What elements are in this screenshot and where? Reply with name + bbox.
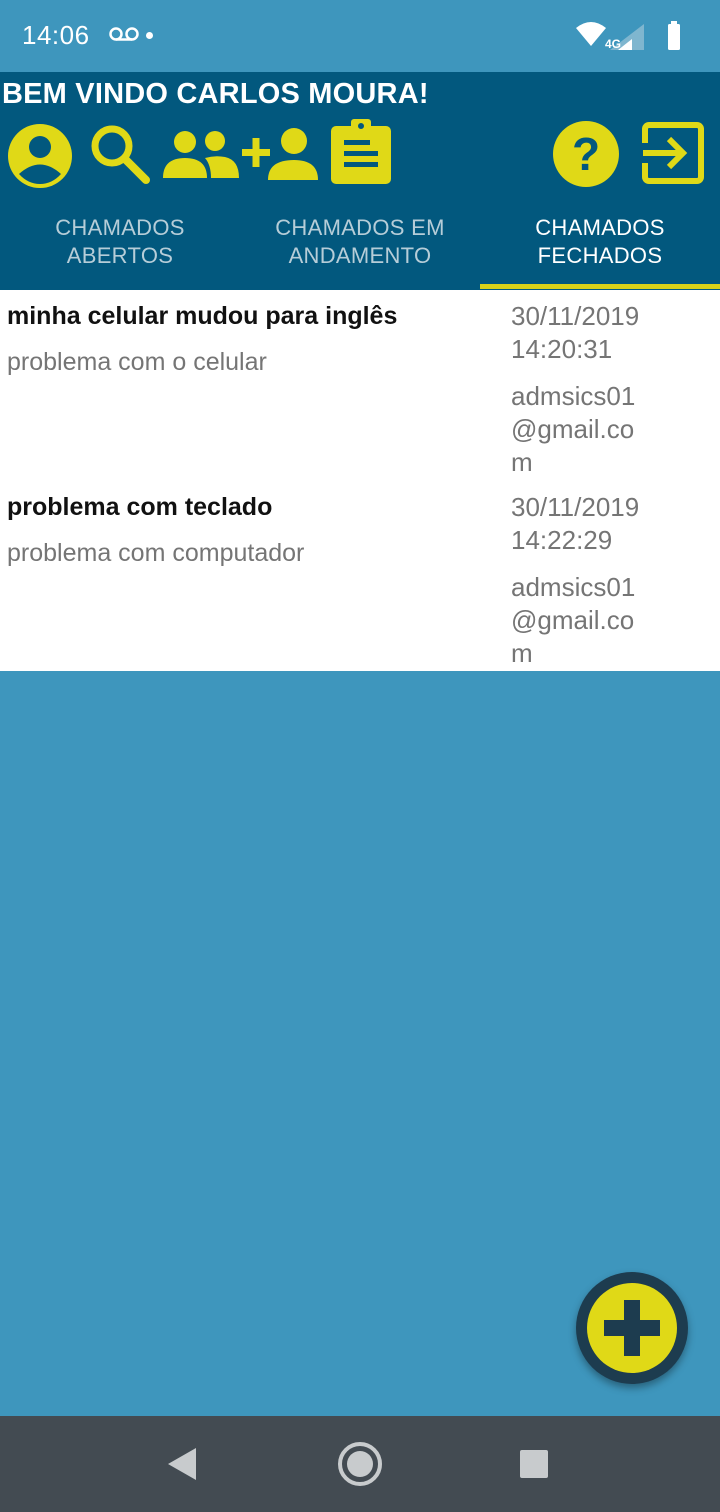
ticket-email: admsics01@gmail.com bbox=[511, 381, 636, 477]
clipboard-icon[interactable] bbox=[330, 118, 392, 186]
voicemail-icon bbox=[109, 27, 139, 41]
ticket-date: 30/11/2019 14:20:31 bbox=[511, 301, 640, 364]
ticket-subtitle: problema com computador bbox=[7, 539, 305, 567]
svg-text:?: ? bbox=[572, 128, 600, 180]
recents-icon[interactable] bbox=[518, 1448, 550, 1480]
tab-chamados-em-andamento[interactable]: CHAMADOS EM ANDAMENTO bbox=[240, 214, 480, 270]
home-icon[interactable] bbox=[336, 1440, 384, 1488]
ticket-title: problema com teclado bbox=[7, 493, 273, 521]
search-icon[interactable] bbox=[88, 122, 152, 186]
navigation-bar bbox=[0, 1416, 720, 1512]
add-ticket-button[interactable] bbox=[576, 1272, 688, 1384]
status-bar: 14:06 4G bbox=[0, 0, 720, 72]
ticket-email: admsics01@gmail.com bbox=[511, 572, 636, 668]
tab-bar: CHAMADOS ABERTOS CHAMADOS EM ANDAMENTO C… bbox=[0, 200, 720, 290]
status-time: 14:06 bbox=[22, 20, 90, 50]
network-type: 4G bbox=[605, 37, 621, 51]
add-icon bbox=[587, 1283, 677, 1373]
wifi-icon bbox=[576, 22, 606, 46]
ticket-title: minha celular mudou para inglês bbox=[7, 302, 398, 330]
account-icon[interactable] bbox=[6, 122, 74, 190]
ticket-date: 30/11/2019 14:22:29 bbox=[511, 492, 640, 555]
battery-icon bbox=[668, 24, 680, 50]
back-icon[interactable] bbox=[164, 1446, 200, 1482]
welcome-title: BEM VINDO CARLOS MOURA! bbox=[2, 78, 429, 110]
add-person-icon[interactable] bbox=[240, 124, 320, 182]
list-item[interactable]: minha celular mudou para inglês problema… bbox=[0, 290, 720, 480]
active-tab-indicator bbox=[480, 284, 720, 289]
group-icon[interactable] bbox=[161, 128, 241, 180]
status-icons: 4G bbox=[576, 21, 680, 51]
list-item[interactable]: problema com teclado problema com comput… bbox=[0, 481, 720, 671]
tab-chamados-abertos[interactable]: CHAMADOS ABERTOS bbox=[0, 214, 240, 270]
ticket-list: minha celular mudou para inglês problema… bbox=[0, 290, 720, 671]
help-icon[interactable]: ? bbox=[552, 120, 620, 188]
logout-icon[interactable] bbox=[641, 121, 705, 185]
tab-chamados-fechados[interactable]: CHAMADOS FECHADOS bbox=[480, 214, 720, 270]
ticket-subtitle: problema com o celular bbox=[7, 348, 267, 376]
notification-dot bbox=[146, 32, 153, 39]
